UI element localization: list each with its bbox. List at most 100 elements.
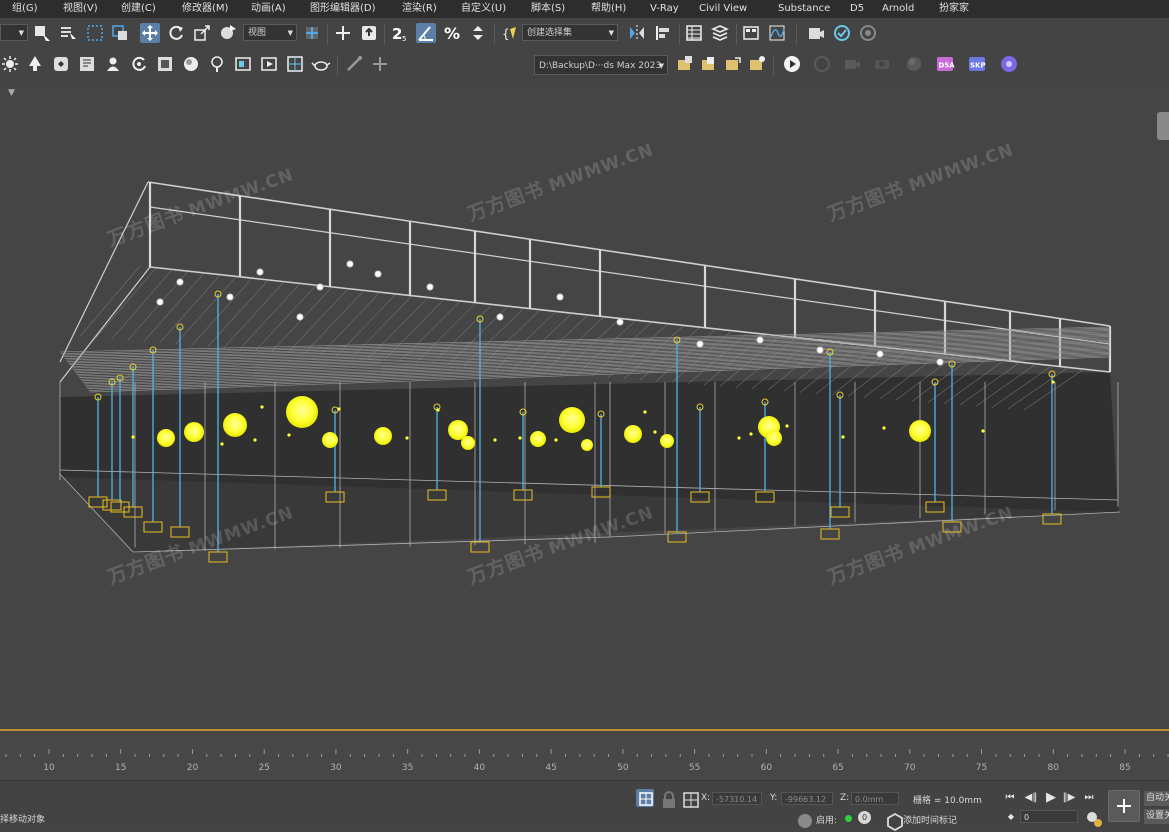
transform-gizmo-icon[interactable] (370, 54, 390, 74)
spinner-snap-icon[interactable] (468, 23, 488, 43)
perspective-viewport[interactable]: ▼ 万方图书MWMW.CN 万方图书MWMW.CN 万方图书MWMW.CN 万方… (0, 82, 1169, 729)
track-bar[interactable]: 10 15 20 25 30 35 40 45 50 55 60 65 70 75 80 85 (0, 731, 1169, 780)
named-selection-dropdown[interactable]: 创建选择集 ▼ (522, 24, 618, 41)
select-object-icon[interactable] (32, 23, 52, 43)
light-dot (643, 410, 647, 414)
select-and-rotate-icon[interactable] (166, 23, 186, 43)
menu-customize[interactable]: 自定义(U) (461, 0, 506, 18)
project-folder-open-icon[interactable] (723, 54, 743, 74)
project-folder-up-icon[interactable] (699, 54, 719, 74)
texture-map-icon[interactable] (155, 54, 175, 74)
d5-light-icon[interactable] (904, 54, 924, 74)
render-frame-icon[interactable] (858, 23, 878, 43)
menu-create[interactable]: 创建(C) (121, 0, 156, 18)
previous-frame-icon[interactable]: ◀‖ (1024, 791, 1038, 805)
sphere-material-icon[interactable] (181, 54, 201, 74)
d5a-export-icon[interactable]: D5A (935, 54, 955, 74)
tree-icon[interactable] (25, 54, 45, 74)
material-library-icon[interactable] (77, 54, 97, 74)
x-coord-field[interactable]: -57310.14 (712, 792, 762, 805)
skp-export-icon[interactable]: SKP (967, 54, 987, 74)
curve-editor-icon[interactable] (767, 23, 787, 43)
menu-rendering[interactable]: 渲染(R) (402, 0, 437, 18)
menu-view[interactable]: 视图(V) (63, 0, 98, 18)
time-tag-icon[interactable] (885, 812, 903, 832)
camera-refresh-icon[interactable] (129, 54, 149, 74)
undo-history-dropdown[interactable]: ▼ (0, 24, 28, 41)
teapot-icon[interactable] (311, 54, 331, 74)
menu-vray[interactable]: V-Ray (650, 0, 679, 18)
render-setup-icon[interactable] (806, 23, 826, 43)
light-bulb-icon[interactable] (207, 54, 227, 74)
select-and-place-icon[interactable] (218, 23, 238, 43)
current-frame-field[interactable]: 0 (1020, 810, 1078, 823)
window-crossing-icon[interactable] (110, 23, 130, 43)
menu-d5[interactable]: D5 (850, 0, 864, 18)
lock-icon[interactable] (659, 790, 675, 808)
add-key-button[interactable] (1108, 790, 1140, 822)
d5-sync-icon[interactable] (782, 54, 802, 74)
toolbar-separator (796, 24, 797, 44)
menu-group[interactable]: 组(G) (12, 0, 38, 18)
project-folder-settings-icon[interactable] (747, 54, 767, 74)
named-selection-value: 创建选择集 (527, 28, 573, 38)
region-render-icon[interactable] (285, 54, 305, 74)
layer-explorer-icon[interactable] (710, 23, 730, 43)
project-path-dropdown[interactable]: D:\Backup\D···ds Max 2023 ▼ (534, 55, 668, 75)
edit-named-selection-icon[interactable]: { (500, 23, 520, 43)
d5-camera-icon[interactable] (842, 54, 862, 74)
select-and-scale-icon[interactable] (192, 23, 212, 43)
user-icon[interactable] (103, 54, 123, 74)
paint-tool-icon[interactable] (344, 54, 364, 74)
menu-banjiajia[interactable]: 扮家家 (939, 0, 969, 18)
set-project-folder-icon[interactable] (675, 54, 695, 74)
y-coord-field[interactable]: -99663.12 (781, 792, 833, 805)
menu-animation[interactable]: 动画(A) (251, 0, 286, 18)
time-configuration-icon[interactable] (1084, 809, 1102, 827)
menu-help[interactable]: 帮助(H) (591, 0, 626, 18)
roof-detail-line (63, 330, 1111, 358)
menu-modifiers[interactable]: 修改器(M) (182, 0, 228, 18)
menu-arnold[interactable]: Arnold (882, 0, 914, 18)
roof-diagonal (319, 292, 381, 356)
absolute-mode-icon[interactable] (681, 790, 699, 808)
menu-graph-editors[interactable]: 图形编辑器(D) (310, 0, 376, 18)
plugin-settings-icon[interactable] (999, 54, 1019, 74)
z-coord-field[interactable]: 0.0mm (851, 792, 899, 805)
go-to-end-icon[interactable]: ⏭ (1082, 791, 1096, 805)
proxy-icon[interactable] (51, 54, 71, 74)
render-window-icon[interactable] (259, 54, 279, 74)
ribbon-toggle-icon[interactable] (741, 23, 761, 43)
align-icon[interactable] (653, 23, 673, 43)
auto-key-button[interactable]: 自动关 (1144, 791, 1169, 806)
menu-substance[interactable]: Substance (778, 0, 830, 18)
scene-explorer-icon[interactable] (684, 23, 704, 43)
frame-buffer-icon[interactable] (233, 54, 253, 74)
d5-disabled-icon[interactable] (812, 54, 832, 74)
adaptive-degradation-icon[interactable] (795, 811, 812, 828)
percent-snap-icon[interactable]: % (442, 23, 462, 43)
keyboard-shortcut-override-icon[interactable] (359, 23, 379, 43)
mirror-icon[interactable] (627, 23, 647, 43)
select-and-move-icon[interactable] (140, 23, 160, 43)
next-frame-icon[interactable]: ‖▶ (1062, 791, 1076, 805)
add-time-tag[interactable]: 添加时间标记 (903, 813, 957, 826)
menu-scripting[interactable]: 脚本(S) (531, 0, 565, 18)
pivot-center-icon[interactable] (302, 23, 322, 43)
angle-snap-toggle-icon[interactable] (416, 23, 436, 43)
menu-civil-view[interactable]: Civil View (699, 0, 747, 18)
play-icon[interactable]: ▶ (1044, 791, 1058, 805)
selection-lock-icon[interactable] (636, 789, 654, 807)
rect-selection-region-icon[interactable] (85, 23, 105, 43)
reference-coordinate-dropdown[interactable]: 视图 ▼ (243, 24, 297, 41)
d5-material-icon[interactable] (872, 54, 892, 74)
sun-light-icon[interactable] (0, 54, 20, 74)
time-config-arrows-icon[interactable]: ◆ (1004, 810, 1018, 824)
set-key-button[interactable]: 设置关 (1144, 809, 1169, 824)
timeline-ruler[interactable] (0, 749, 1169, 779)
snaps-toggle-icon[interactable]: 25 (390, 23, 410, 43)
render-check-icon[interactable] (832, 23, 852, 43)
select-manipulate-icon[interactable] (333, 23, 353, 43)
select-by-name-icon[interactable] (58, 23, 78, 43)
go-to-start-icon[interactable]: ⏮ (1003, 791, 1017, 805)
